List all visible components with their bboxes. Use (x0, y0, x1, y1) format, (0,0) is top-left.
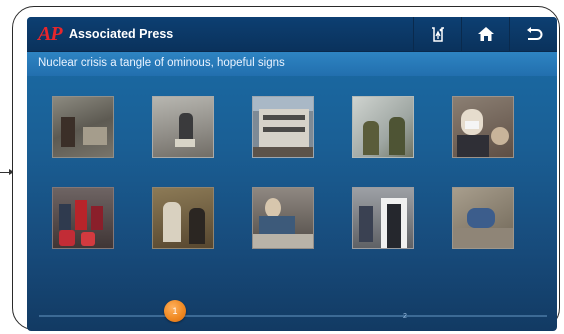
back-icon (525, 27, 543, 41)
photo-thumbnail-10[interactable] (452, 187, 514, 249)
headline-bar: Nuclear crisis a tangle of ominous, hope… (27, 52, 557, 76)
photo-thumbnail-8[interactable] (252, 187, 314, 249)
ap-logo: AP (38, 23, 63, 45)
ap-logo-mark: AP (38, 23, 63, 45)
story-headline: Nuclear crisis a tangle of ominous, hope… (38, 57, 285, 69)
callout-pointer (0, 169, 14, 175)
app-screen: AP Associated Press Nuclear crisis a tan… (27, 17, 557, 331)
share-icon (430, 25, 446, 43)
title-bar: AP Associated Press (27, 17, 557, 52)
photo-thumbnail-4[interactable] (352, 96, 414, 158)
photo-thumbnail-6[interactable] (52, 187, 114, 249)
home-button[interactable] (461, 17, 510, 51)
photo-thumbnail-7[interactable] (152, 187, 214, 249)
app-title: Associated Press (69, 27, 174, 41)
photo-thumbnail-5[interactable] (452, 96, 514, 158)
photo-thumbnail-3[interactable] (252, 96, 314, 158)
photo-thumbnail-1[interactable] (52, 96, 114, 158)
page-indicator-current[interactable]: 1 (164, 300, 186, 322)
pager-track (39, 315, 547, 317)
home-icon (477, 26, 495, 42)
page-indicator-next[interactable]: 2 (403, 313, 407, 320)
photo-thumbnail-9[interactable] (352, 187, 414, 249)
share-button[interactable] (413, 17, 462, 51)
photo-thumbnail-2[interactable] (152, 96, 214, 158)
back-button[interactable] (509, 17, 557, 51)
